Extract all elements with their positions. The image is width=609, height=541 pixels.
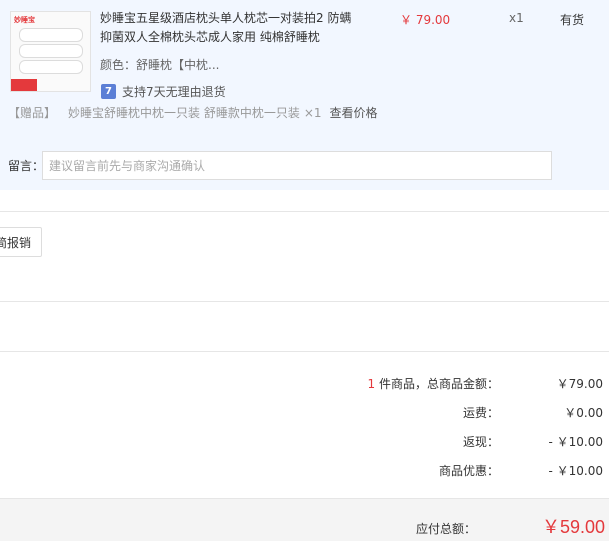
gift-name: 妙睡宝舒睡枕中枕一只装 舒睡款中枕一只装	[68, 106, 300, 120]
total-bar: 应付总额： ￥59.00	[0, 498, 609, 541]
gift-tag: 【赠品】	[8, 106, 57, 120]
return-policy-icon: 7	[101, 83, 116, 99]
divider	[0, 301, 609, 302]
stock-status: 有货	[560, 13, 585, 27]
gift-view-price-link[interactable]: 查看价格	[330, 104, 378, 121]
return-policy: 7 支持7天无理由退货	[101, 83, 226, 99]
summary-cashback: - ￥10.00	[548, 434, 604, 449]
summary-discount-label: 商品优惠：	[438, 463, 499, 478]
divider	[0, 211, 609, 212]
product-thumbnail[interactable]: 妙睡宝	[10, 11, 91, 92]
product-price: ￥ 79.00	[400, 13, 451, 27]
summary-discount: - ￥10.00	[548, 463, 604, 478]
summary-discount-row: 商品优惠： - ￥10.00	[243, 461, 603, 479]
summary-cashback-label: 返现：	[462, 434, 499, 449]
summary-goods-total: ￥79.00	[556, 376, 603, 391]
summary-freight-row: 运费： ￥0.00	[243, 403, 603, 421]
total-amount: ￥59.00	[541, 517, 605, 537]
pillow-shape	[19, 28, 83, 42]
pillow-shape	[19, 44, 83, 58]
gift-row: 【赠品】 妙睡宝舒睡枕中枕一只装 舒睡款中枕一只装 ×1 查看价格	[8, 104, 378, 121]
thumbnail-tag	[11, 79, 37, 91]
product-title[interactable]: 妙睡宝五星级酒店枕头单人枕芯一对装拍2 防螨抑菌双人全棉枕头芯成人家用 纯棉舒睡…	[100, 9, 360, 47]
total-label: 应付总额：	[415, 522, 476, 536]
return-policy-text: 支持7天无理由退货	[122, 84, 226, 99]
summary-cashback-row: 返现： - ￥10.00	[243, 432, 603, 450]
product-attribute: 颜色：舒睡枕【中枕...	[100, 58, 220, 72]
gift-quantity: ×1	[303, 105, 322, 120]
remark-label: 留言：	[8, 159, 45, 173]
divider	[0, 351, 609, 352]
invoice-button[interactable]: 简报销	[0, 227, 42, 257]
thumbnail-brand: 妙睡宝	[14, 16, 35, 24]
order-item-block: 妙睡宝 妙睡宝五星级酒店枕头单人枕芯一对装拍2 防螨抑菌双人全棉枕头芯成人家用 …	[0, 0, 609, 190]
pillow-shape	[19, 60, 83, 74]
summary-freight-label: 运费：	[462, 405, 499, 420]
summary-goods-label: 1 件商品，总商品金额：	[249, 375, 499, 392]
summary-freight: ￥0.00	[564, 405, 603, 420]
summary-goods-total-row: 1 件商品，总商品金额： ￥79.00	[243, 374, 603, 392]
product-quantity: x1	[509, 11, 524, 25]
summary-count-suffix: 件商品，总商品金额：	[375, 376, 499, 391]
remark-input[interactable]	[42, 151, 552, 180]
